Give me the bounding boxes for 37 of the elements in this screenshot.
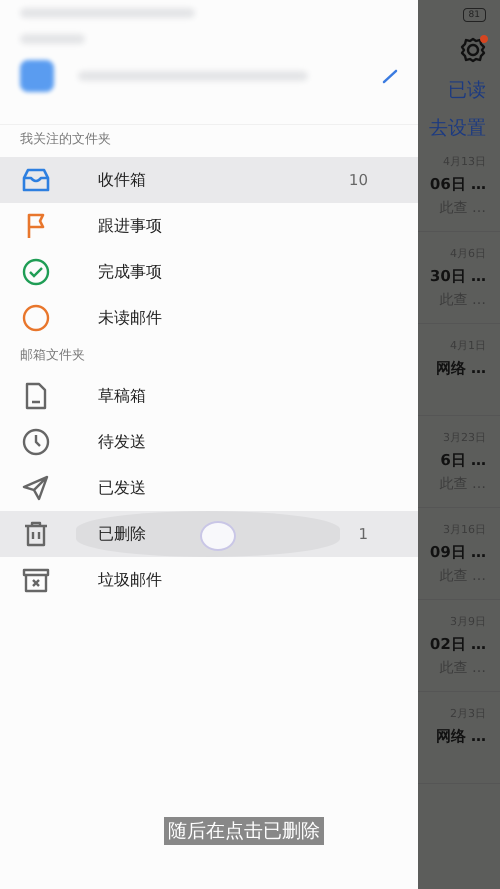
unread-count: 10	[348, 171, 368, 189]
account-avatar	[20, 60, 54, 92]
battery-icon: 81	[462, 8, 486, 22]
folder-label: 草稿箱	[98, 386, 146, 406]
mail-subject: 09日 …	[430, 543, 486, 562]
folder-item[interactable]: 草稿箱	[0, 373, 418, 419]
circle-icon	[20, 302, 52, 334]
folder-item[interactable]: 跟进事项	[0, 203, 418, 249]
folder-label: 待发送	[98, 432, 146, 452]
folder-item[interactable]: 已删除 1	[0, 511, 418, 557]
section-title: 邮箱文件夹	[19, 347, 86, 365]
folder-label: 未读邮件	[98, 308, 162, 328]
folder-item[interactable]: 未读邮件	[0, 295, 418, 341]
mail-subject: 网络 …	[436, 727, 486, 746]
settings-icon[interactable]	[459, 34, 489, 64]
folder-item[interactable]: 待发送	[0, 419, 418, 465]
video-caption: 随后在点击已删除	[164, 817, 324, 845]
folder-item[interactable]: 完成事项	[0, 249, 418, 295]
folder-item[interactable]: 垃圾邮件	[0, 557, 418, 603]
check-circle-icon	[20, 256, 52, 288]
mail-subject: 6日 …	[440, 451, 486, 470]
folder-item[interactable]: 已发送	[0, 465, 418, 511]
mail-subject: 30日 …	[430, 267, 486, 286]
mail-subject: 02日 …	[430, 635, 486, 654]
folder-label: 完成事项	[98, 262, 162, 282]
folder-label: 收件箱	[98, 170, 146, 190]
unread-count: 1	[358, 525, 368, 543]
mail-subject: 06日 …	[430, 175, 486, 194]
folder-item[interactable]: 收件箱 10	[0, 157, 418, 203]
section-title: 我关注的文件夹	[19, 131, 112, 149]
edit-icon[interactable]	[382, 68, 398, 84]
clock-icon	[20, 426, 52, 458]
mail-subject: 网络 …	[436, 359, 486, 378]
folder-label: 已发送	[98, 478, 146, 498]
folder-label: 跟进事项	[98, 216, 162, 236]
folder-label: 已删除	[98, 524, 146, 544]
folder-label: 垃圾邮件	[98, 570, 162, 590]
